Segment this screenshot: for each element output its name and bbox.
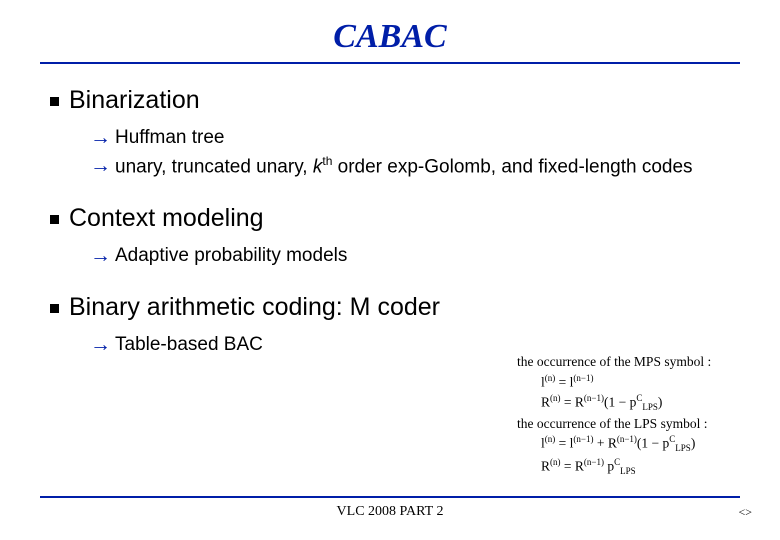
sub-list: → Adaptive probability models	[90, 243, 740, 269]
list-item-text: Adaptive probability models	[115, 243, 347, 269]
section-binary-arithmetic: Binary arithmetic coding: M coder → Tabl…	[50, 293, 740, 358]
section-heading-text: Context modeling	[69, 204, 264, 233]
slide: CABAC Binarization → Huffman tree → unar…	[0, 0, 780, 540]
section-heading-text: Binary arithmetic coding: M coder	[69, 293, 440, 322]
math-eq: R(n) = R(n−1) pCLPS	[517, 456, 775, 478]
math-formulas: the occurrence of the MPS symbol : l(n) …	[517, 352, 775, 478]
slide-title: CABAC	[40, 18, 740, 56]
arrow-icon: →	[90, 332, 111, 358]
list-item-text: Table-based BAC	[115, 332, 263, 358]
section-heading: Binary arithmetic coding: M coder	[50, 293, 740, 322]
list-item: → Adaptive probability models	[90, 243, 740, 269]
section-heading-text: Binarization	[69, 86, 200, 115]
content-area: Binarization → Huffman tree → unary, tru…	[40, 86, 740, 359]
section-heading: Binarization	[50, 86, 740, 115]
math-eq: R(n) = R(n−1)(1 − pCLPS)	[517, 392, 775, 414]
arrow-icon: →	[90, 125, 111, 151]
section-binarization: Binarization → Huffman tree → unary, tru…	[50, 86, 740, 180]
section-heading: Context modeling	[50, 204, 740, 233]
footer-text: VLC 2008 PART 2	[0, 504, 780, 520]
footer-divider	[40, 496, 740, 498]
list-item-text: unary, truncated unary, kth order exp-Go…	[115, 153, 693, 180]
math-eq: l(n) = l(n−1)	[517, 372, 775, 392]
arrow-icon: →	[90, 153, 111, 179]
list-item: → Huffman tree	[90, 125, 740, 151]
title-divider	[40, 62, 740, 64]
math-line: the occurrence of the LPS symbol :	[517, 414, 775, 434]
arrow-icon: →	[90, 243, 111, 269]
bullet-square-icon	[50, 215, 59, 224]
sub-list: → Huffman tree → unary, truncated unary,…	[90, 125, 740, 180]
list-item-text: Huffman tree	[115, 125, 224, 151]
section-context-modeling: Context modeling → Adaptive probability …	[50, 204, 740, 269]
bullet-square-icon	[50, 97, 59, 106]
math-eq: l(n) = l(n−1) + R(n−1)(1 − pCLPS)	[517, 433, 775, 455]
list-item: → unary, truncated unary, kth order exp-…	[90, 153, 740, 180]
bullet-square-icon	[50, 304, 59, 313]
page-nav[interactable]: <>	[738, 505, 752, 520]
math-line: the occurrence of the MPS symbol :	[517, 352, 775, 372]
